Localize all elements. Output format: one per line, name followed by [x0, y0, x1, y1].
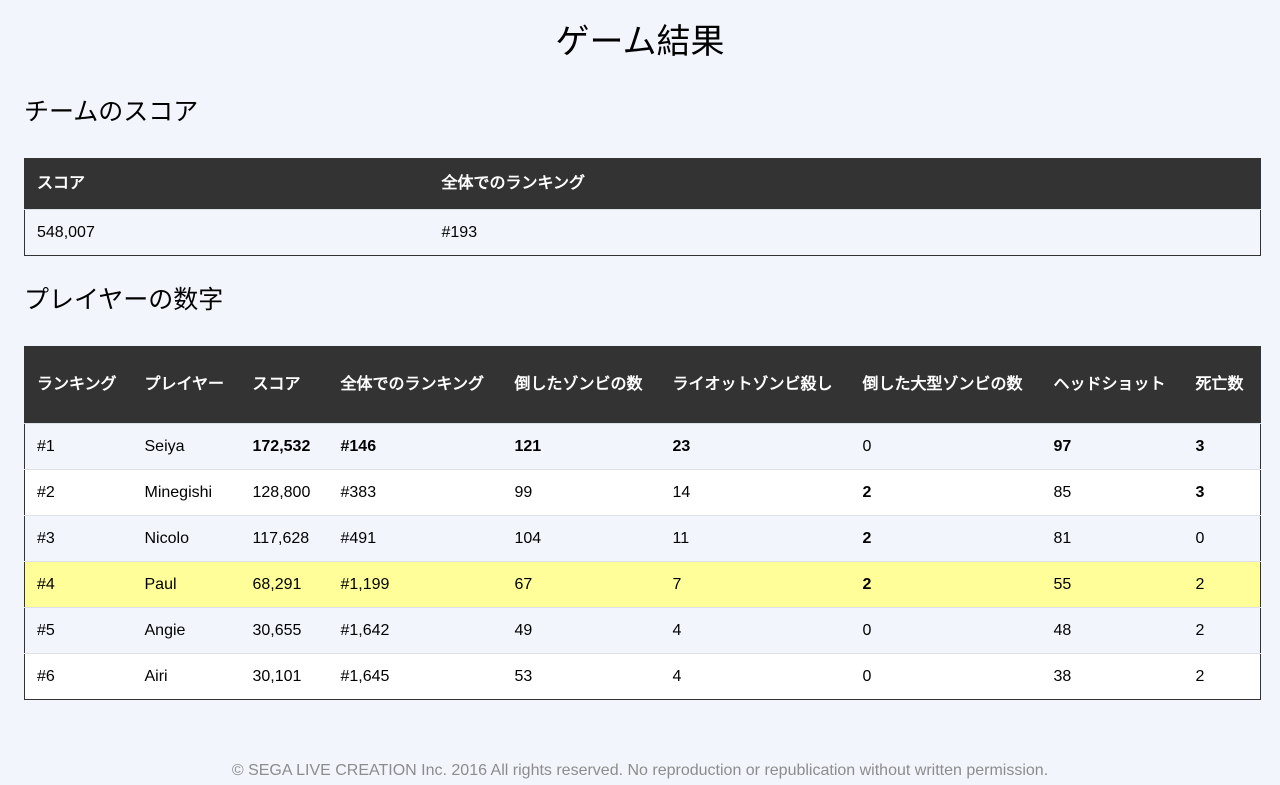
cell-player-name: Seiya: [132, 423, 241, 470]
cell-headshots: 85: [1041, 469, 1184, 516]
cell-player-name: Minegishi: [132, 469, 241, 516]
cell-rank: #1: [24, 423, 133, 470]
cell-big-zombies-killed: 2: [850, 515, 1042, 562]
cell-zombies-killed: 99: [502, 469, 661, 516]
team-score-table: スコア 全体でのランキング 548,007 #193: [24, 158, 1261, 256]
cell-deaths: 3: [1183, 423, 1261, 470]
cell-riot-zombie-kills: 11: [660, 515, 851, 562]
cell-player-name: Paul: [132, 561, 241, 608]
cell-zombies-killed: 121: [502, 423, 661, 470]
header-deaths: 死亡数: [1183, 346, 1261, 424]
header-big-zombies-killed: 倒した大型ゾンビの数: [850, 346, 1042, 424]
table-row: #2 Minegishi 128,800 #383 99 14 2 85 3: [24, 469, 1261, 516]
cell-overall-ranking: #146: [328, 423, 503, 470]
cell-player-name: Nicolo: [132, 515, 241, 562]
team-header-score: スコア: [24, 158, 430, 210]
cell-overall-ranking: #1,642: [328, 607, 503, 654]
cell-big-zombies-killed: 0: [850, 607, 1042, 654]
cell-headshots: 48: [1041, 607, 1184, 654]
cell-riot-zombie-kills: 4: [660, 653, 851, 700]
cell-rank: #2: [24, 469, 133, 516]
cell-score: 30,101: [240, 653, 329, 700]
cell-score: 68,291: [240, 561, 329, 608]
cell-headshots: 38: [1041, 653, 1184, 700]
cell-overall-ranking: #1,645: [328, 653, 503, 700]
cell-rank: #3: [24, 515, 133, 562]
cell-headshots: 55: [1041, 561, 1184, 608]
cell-big-zombies-killed: 0: [850, 653, 1042, 700]
cell-zombies-killed: 104: [502, 515, 661, 562]
cell-rank: #4: [24, 561, 133, 608]
table-row: #6 Airi 30,101 #1,645 53 4 0 38 2: [24, 653, 1261, 700]
cell-score: 172,532: [240, 423, 329, 470]
header-overall-ranking: 全体でのランキング: [328, 346, 503, 424]
cell-score: 117,628: [240, 515, 329, 562]
cell-score: 30,655: [240, 607, 329, 654]
team-table-header-row: スコア 全体でのランキング: [24, 158, 1261, 210]
page-title: ゲーム結果: [555, 22, 725, 62]
cell-deaths: 2: [1183, 607, 1261, 654]
header-score: スコア: [240, 346, 329, 424]
player-table-header-row: ランキング プレイヤー スコア 全体でのランキング 倒したゾンビの数 ライオット…: [24, 346, 1261, 424]
header-player: プレイヤー: [132, 346, 241, 424]
cell-headshots: 81: [1041, 515, 1184, 562]
copyright-footer: © SEGA LIVE CREATION Inc. 2016 All right…: [231, 762, 1049, 779]
player-stats-heading: プレイヤーの数字: [24, 285, 224, 314]
header-zombies-killed: 倒したゾンビの数: [502, 346, 661, 424]
table-row-highlighted: #4 Paul 68,291 #1,199 67 7 2 55 2: [24, 561, 1261, 608]
cell-zombies-killed: 49: [502, 607, 661, 654]
table-row: #1 Seiya 172,532 #146 121 23 0 97 3: [24, 423, 1261, 470]
table-row: #5 Angie 30,655 #1,642 49 4 0 48 2: [24, 607, 1261, 654]
cell-overall-ranking: #383: [328, 469, 503, 516]
cell-score: 128,800: [240, 469, 329, 516]
header-headshots: ヘッドショット: [1041, 346, 1184, 424]
cell-rank: #6: [24, 653, 133, 700]
cell-riot-zombie-kills: 23: [660, 423, 851, 470]
cell-deaths: 3: [1183, 469, 1261, 516]
cell-player-name: Angie: [132, 607, 241, 654]
header-ranking: ランキング: [24, 346, 133, 424]
team-score-heading: チームのスコア: [24, 97, 199, 126]
cell-overall-ranking: #491: [328, 515, 503, 562]
cell-riot-zombie-kills: 14: [660, 469, 851, 516]
cell-zombies-killed: 53: [502, 653, 661, 700]
cell-overall-ranking: #1,199: [328, 561, 503, 608]
cell-deaths: 2: [1183, 561, 1261, 608]
team-score-value: 548,007: [24, 209, 430, 256]
cell-deaths: 0: [1183, 515, 1261, 562]
table-row: #3 Nicolo 117,628 #491 104 11 2 81 0: [24, 515, 1261, 562]
cell-big-zombies-killed: 2: [850, 469, 1042, 516]
cell-riot-zombie-kills: 7: [660, 561, 851, 608]
team-ranking-value: #193: [429, 209, 1261, 256]
team-table-row: 548,007 #193: [24, 209, 1261, 256]
cell-zombies-killed: 67: [502, 561, 661, 608]
team-header-ranking: 全体でのランキング: [429, 158, 1261, 210]
cell-headshots: 97: [1041, 423, 1184, 470]
cell-deaths: 2: [1183, 653, 1261, 700]
cell-big-zombies-killed: 2: [850, 561, 1042, 608]
header-riot-zombie-kills: ライオットゾンビ殺し: [660, 346, 851, 424]
cell-big-zombies-killed: 0: [850, 423, 1042, 470]
cell-rank: #5: [24, 607, 133, 654]
cell-player-name: Airi: [132, 653, 241, 700]
cell-riot-zombie-kills: 4: [660, 607, 851, 654]
player-stats-table: ランキング プレイヤー スコア 全体でのランキング 倒したゾンビの数 ライオット…: [24, 346, 1261, 700]
